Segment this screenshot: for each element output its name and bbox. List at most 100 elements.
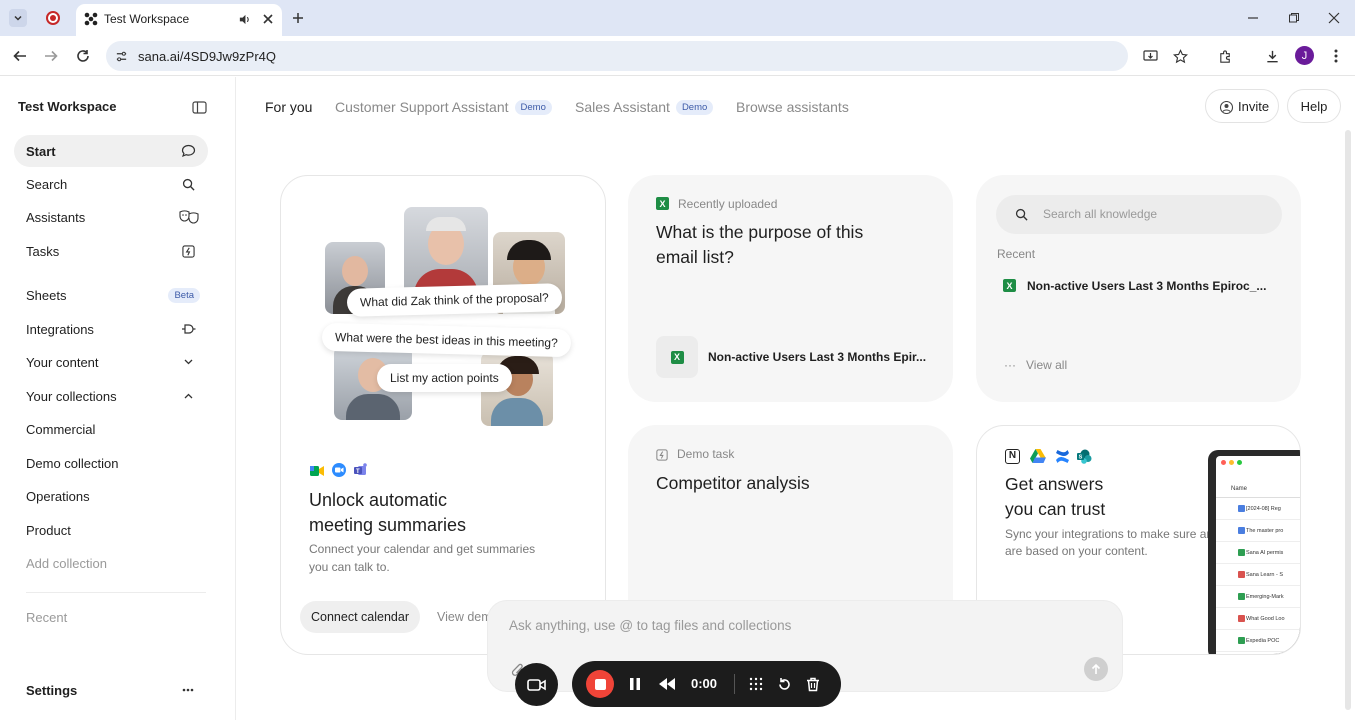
collection-item-product[interactable]: Product <box>14 514 208 546</box>
browser-tab-active[interactable]: Test Workspace <box>76 4 282 36</box>
file-type-icon <box>1238 527 1245 534</box>
downloads-icon[interactable] <box>1263 47 1281 65</box>
site-settings-icon[interactable] <box>114 49 128 63</box>
tab-browse-assistants[interactable]: Browse assistants <box>736 99 849 115</box>
collection-label: Demo collection <box>26 455 119 471</box>
sidebar-item-your-content[interactable]: Your content <box>14 346 208 378</box>
google-meet-icon <box>310 464 324 476</box>
sidebar-item-search[interactable]: Search <box>14 168 208 200</box>
description-line: you can talk to. <box>309 560 390 574</box>
help-button[interactable]: Help <box>1287 89 1341 123</box>
reload-icon[interactable] <box>74 47 92 65</box>
collapse-sidebar-icon[interactable] <box>190 98 208 116</box>
zoom-icon <box>332 463 346 477</box>
sidebar-item-tasks[interactable]: Tasks <box>14 235 208 267</box>
invite-button[interactable]: Invite <box>1205 89 1279 123</box>
tab-label: Customer Support Assistant <box>335 99 509 115</box>
preview-file-row: What Good Loo <box>1216 608 1300 630</box>
sidebar-item-your-collections[interactable]: Your collections <box>14 380 208 412</box>
view-demo-link[interactable]: View dem <box>437 610 492 624</box>
recording-timer: 0:00 <box>691 676 718 691</box>
recent-file-item[interactable]: X Non-active Users Last 3 Months Epiroc_… <box>1003 278 1273 296</box>
drag-grip-icon[interactable] <box>747 675 765 693</box>
tab-list-chevron-icon[interactable] <box>9 9 27 27</box>
back-arrow-icon[interactable] <box>11 47 29 65</box>
file-type-icon <box>1238 571 1245 578</box>
preview-file-row: Sana AI permis <box>1216 542 1300 564</box>
minimize-window-icon[interactable] <box>1245 10 1261 26</box>
close-tab-icon[interactable] <box>260 11 276 27</box>
restore-window-icon[interactable] <box>1286 10 1302 26</box>
invite-people-icon <box>1218 100 1234 114</box>
camera-toggle-button[interactable] <box>515 663 558 706</box>
speaker-icon[interactable] <box>236 11 252 27</box>
title-line: meeting summaries <box>309 515 467 535</box>
new-tab-icon[interactable] <box>290 10 306 26</box>
settings-label: Settings <box>26 682 78 698</box>
sidebar-item-assistants[interactable]: Assistants <box>14 201 208 233</box>
suggested-question[interactable]: What is the purpose of this email list? <box>656 220 863 270</box>
preview-file-row: Sana Learn - S <box>1216 564 1300 586</box>
sidebar-item-settings[interactable]: Settings <box>14 674 208 706</box>
collection-item-demo-collection[interactable]: Demo collection <box>14 447 208 479</box>
collection-label: Commercial <box>26 421 96 437</box>
uploaded-file-name[interactable]: Non-active Users Last 3 Months Epir... <box>708 350 926 364</box>
tab-customer-support-assistant[interactable]: Customer Support Assistant Demo <box>335 99 552 115</box>
sidebar-item-sheets[interactable]: Sheets Beta <box>14 279 208 311</box>
stop-recording-button[interactable] <box>586 670 614 698</box>
send-arrow-button[interactable] <box>1084 657 1108 681</box>
browser-tab-bar: Test Workspace <box>0 0 1355 36</box>
video-camera-icon <box>526 678 546 691</box>
composer-input[interactable]: Ask anything, use @ to tag files and col… <box>509 618 791 633</box>
excel-file-icon: X <box>656 197 669 210</box>
file-list-preview-window: Name [2024-08] Reg The master pro Sana A… <box>1208 450 1300 654</box>
file-thumbnail: X <box>656 336 698 378</box>
bookmark-star-icon[interactable] <box>1172 48 1188 64</box>
close-window-icon[interactable] <box>1326 10 1342 26</box>
add-collection-label: Add collection <box>26 555 107 571</box>
notion-icon: N <box>1005 449 1020 464</box>
sidebar-item-integrations[interactable]: Integrations <box>14 313 208 345</box>
pause-icon[interactable] <box>626 675 644 693</box>
restart-icon[interactable] <box>775 675 793 693</box>
collection-item-operations[interactable]: Operations <box>14 480 208 512</box>
trash-icon[interactable] <box>804 675 822 693</box>
file-type-icon <box>1238 615 1245 622</box>
recent-file-name: Non-active Users Last 3 Months Epiroc_..… <box>1027 279 1267 293</box>
rewind-icon[interactable] <box>657 675 677 693</box>
tab-title: Test Workspace <box>104 12 190 26</box>
knowledge-search-input[interactable]: Search all knowledge <box>996 195 1282 234</box>
sidebar-item-label: Your collections <box>26 388 117 404</box>
connect-calendar-button[interactable]: Connect calendar <box>300 601 420 633</box>
workspace-name[interactable]: Test Workspace <box>18 99 117 114</box>
browser-menu-icon[interactable] <box>1328 47 1344 65</box>
masks-icon <box>178 209 200 225</box>
collection-label: Operations <box>26 488 90 504</box>
sidebar-item-start[interactable]: Start <box>14 135 208 167</box>
install-app-icon[interactable] <box>1142 48 1158 64</box>
recently-uploaded-card: X Recently uploaded What is the purpose … <box>628 175 953 402</box>
meeting-question-bubble: What did Zak think of the proposal? <box>346 283 563 317</box>
description-line: Connect your calendar and get summaries <box>309 542 536 556</box>
address-bar[interactable]: sana.ai/4SD9Jw9zPr4Q <box>106 41 1188 71</box>
search-icon <box>180 176 196 192</box>
preview-file-row: The master pro <box>1216 520 1300 542</box>
recorder-divider <box>734 674 735 694</box>
page-scrollbar[interactable] <box>1345 130 1351 710</box>
collection-item-commercial[interactable]: Commercial <box>14 413 208 445</box>
extensions-puzzle-icon[interactable] <box>1216 47 1234 65</box>
chevron-up-icon <box>180 388 196 404</box>
meeting-card-title: Unlock automatic meeting summaries <box>309 488 466 538</box>
sidebar-divider <box>26 592 206 593</box>
view-all-link[interactable]: ··· View all <box>1004 358 1067 372</box>
more-dots-icon[interactable] <box>180 682 196 698</box>
tab-sales-assistant[interactable]: Sales Assistant Demo <box>575 99 714 115</box>
preview-file-name: Sana Learn - S <box>1246 571 1283 578</box>
profile-avatar[interactable]: J <box>1295 46 1314 65</box>
forward-arrow-icon[interactable] <box>42 47 60 65</box>
excel-file-icon: X <box>1003 279 1016 292</box>
knowledge-card: Search all knowledge Recent X Non-active… <box>976 175 1301 402</box>
collection-label: Product <box>26 522 71 538</box>
add-collection-link[interactable]: Add collection <box>14 547 208 579</box>
tab-for-you[interactable]: For you <box>265 99 312 115</box>
